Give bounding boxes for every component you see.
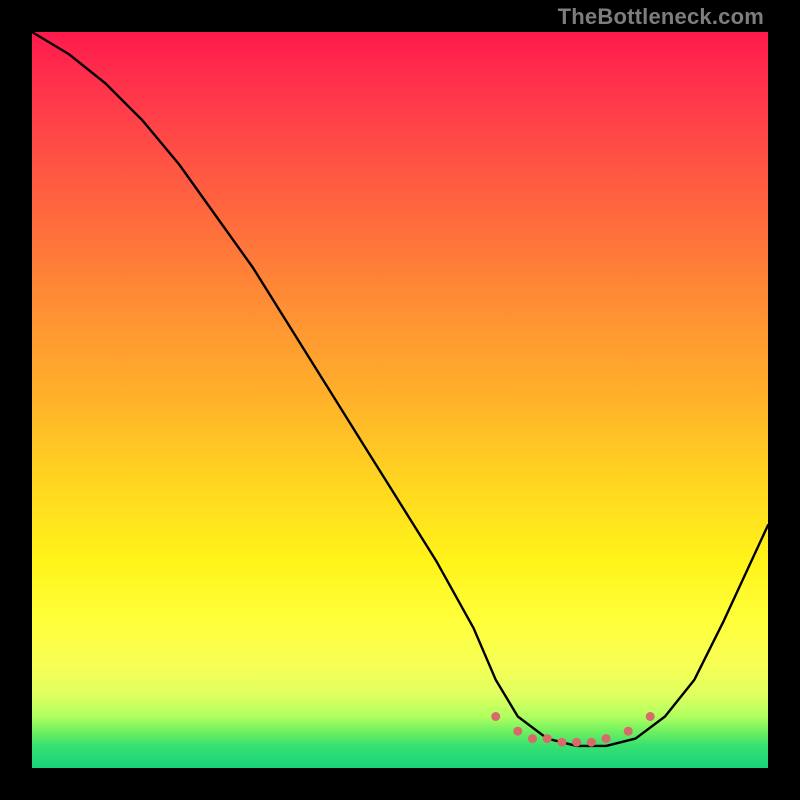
curve-layer <box>32 32 768 768</box>
marker-dot <box>557 738 566 747</box>
marker-dot <box>528 734 537 743</box>
flat-minimum-dots <box>491 712 655 747</box>
marker-dot <box>587 738 596 747</box>
marker-dot <box>543 734 552 743</box>
chart-frame: TheBottleneck.com <box>0 0 800 800</box>
marker-dot <box>646 712 655 721</box>
marker-dot <box>513 727 522 736</box>
bottleneck-curve <box>32 32 768 746</box>
plot-area <box>32 32 768 768</box>
marker-dot <box>572 738 581 747</box>
watermark-text: TheBottleneck.com <box>558 4 764 30</box>
marker-dot <box>491 712 500 721</box>
marker-dot <box>602 734 611 743</box>
marker-dot <box>624 727 633 736</box>
